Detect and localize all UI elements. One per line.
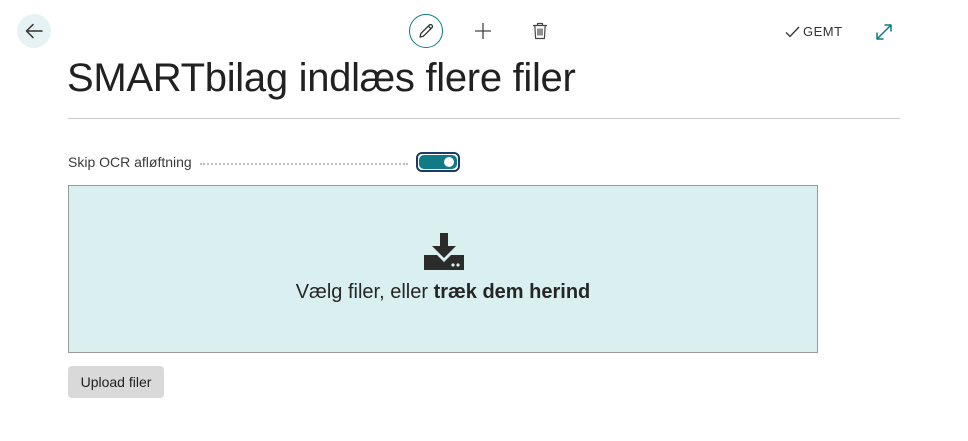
arrow-left-icon (25, 23, 43, 39)
skip-ocr-toggle[interactable] (416, 152, 460, 172)
pencil-icon (419, 23, 434, 38)
saved-label: GEMT (803, 24, 843, 39)
action-toolbar (409, 14, 557, 48)
drop-zone-text-regular: Vælg filer, eller (295, 281, 434, 303)
saved-status: GEMT (785, 24, 843, 39)
page-title: SMARTbilag indlæs flere filer (67, 56, 576, 100)
skip-ocr-field: Skip OCR afløftning (68, 151, 460, 173)
plus-icon (475, 23, 491, 39)
expand-button[interactable] (872, 20, 896, 44)
edit-button[interactable] (409, 14, 443, 48)
expand-icon (876, 24, 892, 40)
back-button[interactable] (17, 14, 51, 48)
toggle-track (419, 155, 457, 169)
toggle-knob (444, 157, 454, 167)
new-button[interactable] (466, 14, 500, 48)
checkmark-icon (785, 26, 800, 38)
drop-zone-text: Vælg filer, eller træk dem herind (69, 281, 817, 304)
trash-icon (533, 22, 547, 40)
file-drop-zone[interactable]: Vælg filer, eller træk dem herind (68, 185, 818, 353)
drop-zone-text-bold: træk dem herind (433, 281, 591, 303)
delete-button[interactable] (523, 14, 557, 48)
download-tray-icon (424, 233, 464, 270)
page: GEMT SMARTbilag indlæs flere filer Skip … (0, 0, 968, 441)
field-leader-dots (199, 163, 408, 165)
upload-files-button[interactable]: Upload filer (68, 366, 164, 398)
title-divider (68, 118, 900, 119)
skip-ocr-label: Skip OCR afløftning (68, 154, 192, 170)
